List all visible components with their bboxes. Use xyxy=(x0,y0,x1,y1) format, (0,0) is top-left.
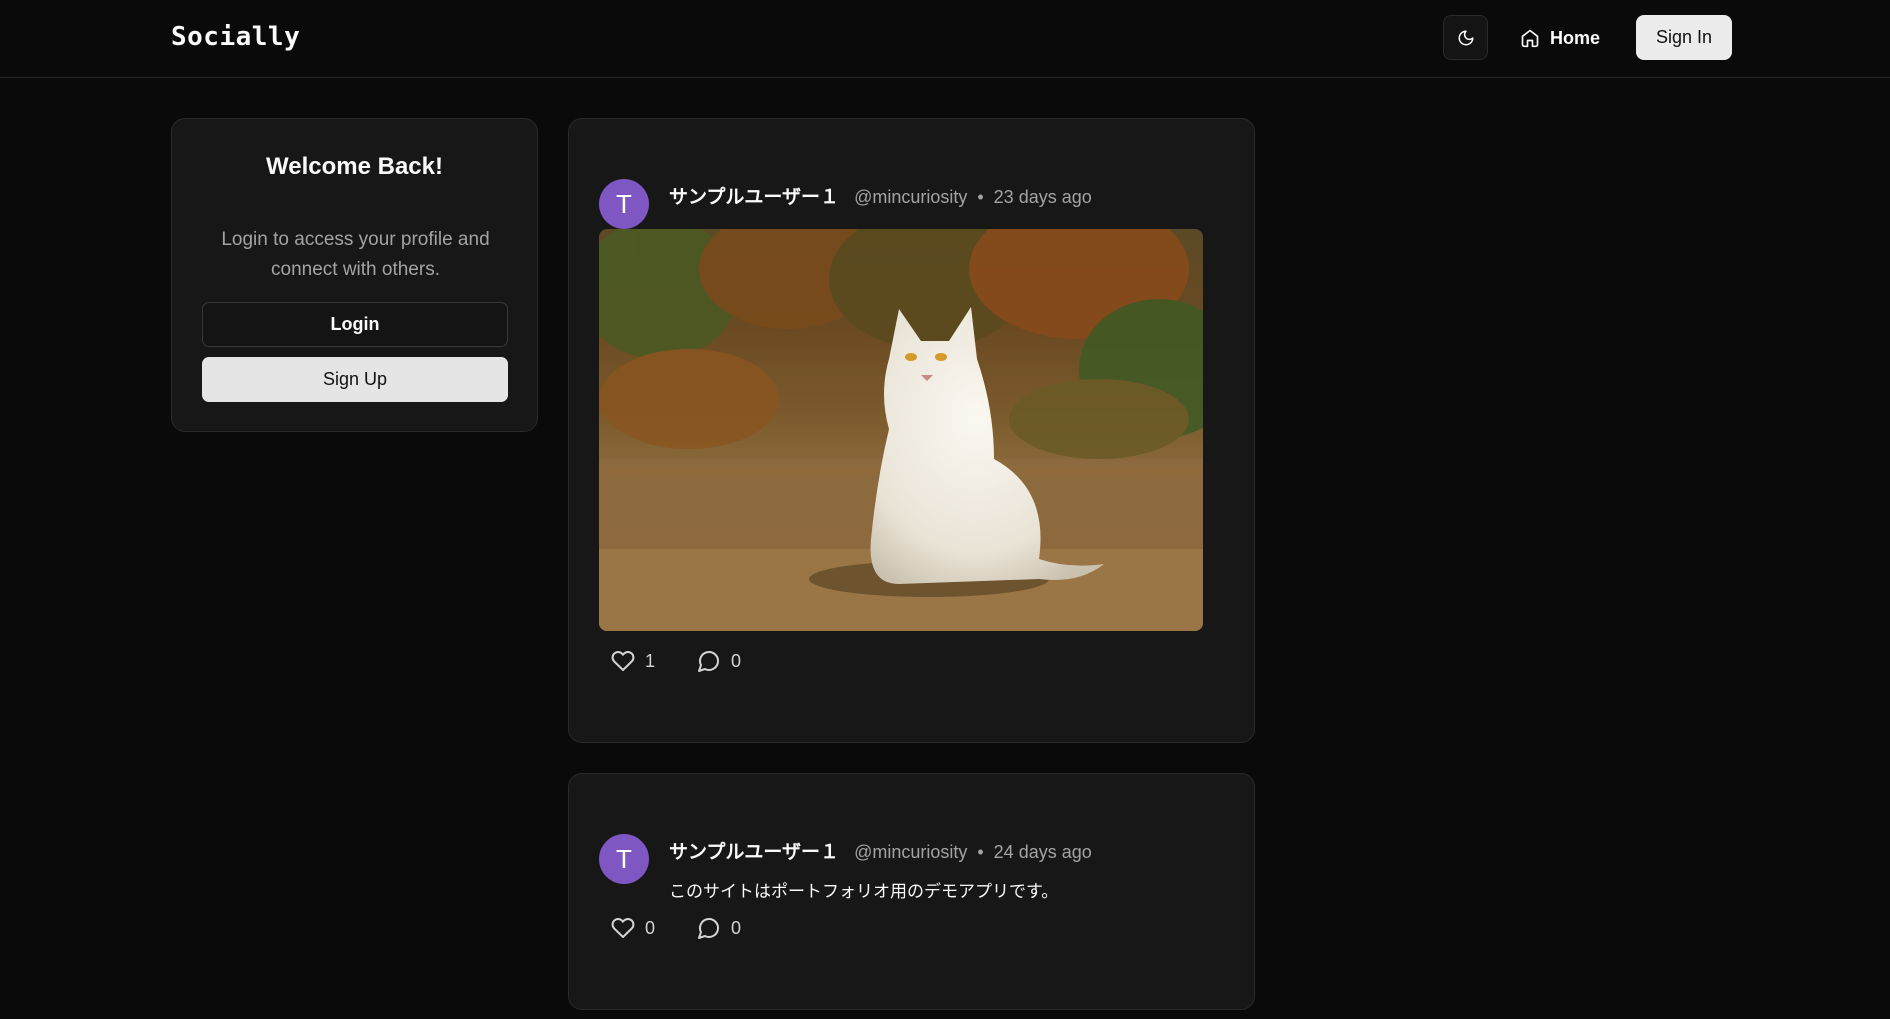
comment-icon xyxy=(698,651,719,672)
post-actions: 0 0 xyxy=(611,916,783,940)
heart-icon xyxy=(611,918,635,938)
comment-count: 0 xyxy=(731,917,742,938)
post-actions: 1 0 xyxy=(611,649,783,673)
post-author-name[interactable]: サンプルユーザー１ xyxy=(669,837,839,864)
post-author-name[interactable]: サンプルユーザー１ xyxy=(669,182,839,209)
like-count: 0 xyxy=(645,917,656,938)
post-card: T サンプルユーザー１ @mincuriosity • 23 days ago xyxy=(568,118,1255,743)
moon-icon xyxy=(1458,30,1473,45)
avatar[interactable]: T xyxy=(599,834,649,884)
brand-logo[interactable]: Socially xyxy=(171,22,300,52)
welcome-title: Welcome Back! xyxy=(266,153,443,180)
post-author-handle[interactable]: @mincuriosity xyxy=(854,842,967,863)
top-navbar: Socially Home Sign In xyxy=(0,0,1890,78)
post-timestamp: 24 days ago xyxy=(993,842,1092,862)
nav-home-link[interactable]: Home xyxy=(1520,18,1600,58)
comment-count: 0 xyxy=(731,650,742,671)
heart-icon xyxy=(611,651,635,671)
post-header: サンプルユーザー１ @mincuriosity • 24 days ago xyxy=(669,837,1092,864)
post-text: このサイトはポートフォリオ用のデモアプリです。 xyxy=(669,882,1059,901)
post-image[interactable] xyxy=(599,229,1203,631)
like-button[interactable]: 1 xyxy=(611,649,655,673)
comment-button[interactable]: 0 xyxy=(697,649,741,673)
separator-dot: • xyxy=(977,187,984,207)
theme-toggle-button[interactable] xyxy=(1443,15,1488,60)
welcome-description: Login to access your profile and connect… xyxy=(221,229,490,280)
login-button[interactable]: Login xyxy=(202,302,508,347)
sign-in-button[interactable]: Sign In xyxy=(1636,15,1732,60)
like-button[interactable]: 0 xyxy=(611,916,655,940)
welcome-card: Welcome Back! Login to access your profi… xyxy=(171,118,538,432)
post-card: T サンプルユーザー１ @mincuriosity • 24 days ago … xyxy=(568,773,1255,1010)
post-author-handle[interactable]: @mincuriosity xyxy=(854,187,967,208)
like-count: 1 xyxy=(645,650,656,671)
comment-icon xyxy=(698,918,719,939)
separator-dot: • xyxy=(977,842,984,862)
sign-up-button[interactable]: Sign Up xyxy=(202,357,508,402)
nav-home-label: Home xyxy=(1550,27,1601,48)
post-header: サンプルユーザー１ @mincuriosity • 23 days ago xyxy=(669,182,1092,209)
home-icon xyxy=(1521,29,1539,48)
post-timestamp: 23 days ago xyxy=(993,187,1092,207)
comment-button[interactable]: 0 xyxy=(697,916,741,940)
avatar[interactable]: T xyxy=(599,179,649,229)
